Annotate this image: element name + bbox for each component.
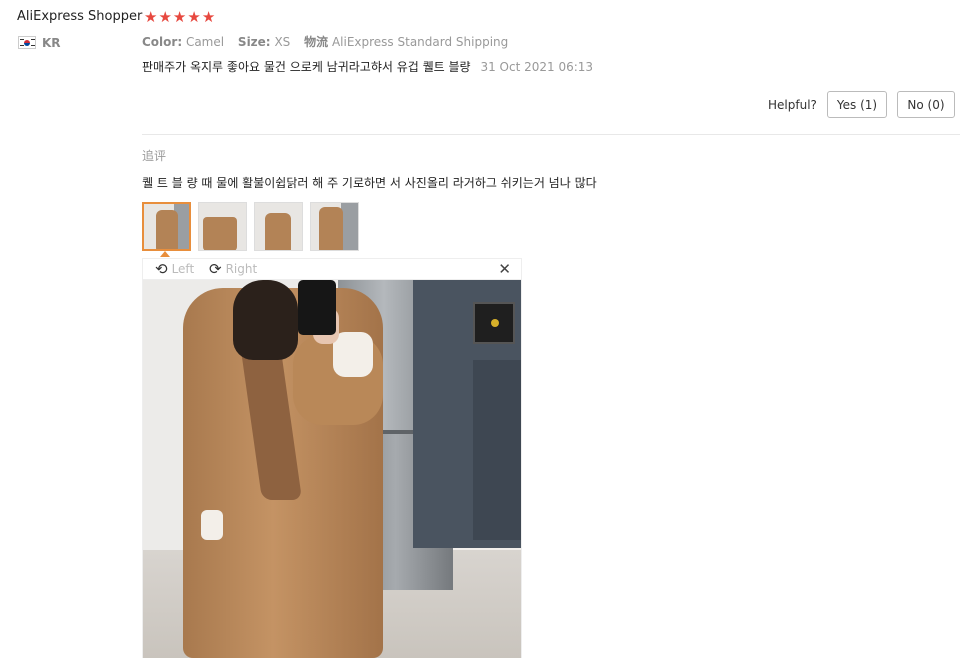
- country-code: KR: [42, 36, 61, 50]
- star-icon: ★: [158, 8, 172, 26]
- star-icon: ★: [201, 8, 216, 26]
- korea-flag-icon: [18, 36, 36, 49]
- shipping-value: AliExpress Standard Shipping: [331, 35, 509, 49]
- rotate-left-label: Left: [171, 262, 195, 276]
- additional-review-label: 追评: [142, 149, 167, 163]
- rotate-left-icon: ⟲: [155, 260, 168, 278]
- photo-thumbnails: [142, 202, 359, 251]
- viewer-toolbar: ⟲ Left ⟳ Right ✕: [143, 259, 521, 280]
- size-value: XS: [274, 35, 291, 49]
- close-icon[interactable]: ✕: [498, 260, 511, 278]
- active-thumbnail-caret: [160, 251, 170, 257]
- star-icon: ★: [172, 8, 187, 26]
- thumbnail-4[interactable]: [310, 202, 359, 251]
- rotate-left-button[interactable]: ⟲ Left: [155, 261, 194, 277]
- photo-viewer: ⟲ Left ⟳ Right ✕: [142, 258, 522, 658]
- additional-review-text: 퀠 트 블 량 때 물에 활불이쉽닭러 해 주 기로하면 서 사진올리 라거하그…: [142, 176, 597, 190]
- helpful-label: Helpful?: [768, 98, 817, 112]
- size-label: Size:: [237, 35, 271, 49]
- star-icon: ★: [144, 8, 158, 26]
- review-date: 31 Oct 2021 06:13: [480, 60, 594, 74]
- star-icon: ★: [187, 8, 201, 26]
- review-photo: [143, 280, 521, 658]
- thumbnail-1[interactable]: [142, 202, 191, 251]
- rotate-right-label: Right: [225, 262, 258, 276]
- order-info: Color: Camel Size: XS 物流 AliExpress Stan…: [142, 33, 518, 50]
- color-value: Camel: [185, 35, 225, 49]
- helpful-yes-button[interactable]: Yes (1): [827, 91, 887, 118]
- color-label: Color:: [142, 35, 183, 49]
- rotate-right-icon: ⟳: [209, 260, 222, 278]
- review-text: 판매주가 옥지루 좋아요 물건 으로케 남귀라고햐서 유겁 퀠트 블량: [142, 60, 471, 74]
- thumbnail-3[interactable]: [254, 202, 303, 251]
- rating-stars: ★ ★ ★ ★ ★: [144, 8, 215, 26]
- rotate-right-button[interactable]: ⟳ Right: [209, 261, 257, 277]
- review-body: 판매주가 옥지루 좋아요 물건 으로케 남귀라고햐서 유겁 퀠트 블량 31 O…: [142, 58, 593, 75]
- thumbnail-2[interactable]: [198, 202, 247, 251]
- divider: [142, 134, 960, 135]
- helpful-no-button[interactable]: No (0): [897, 91, 955, 118]
- reviewer-name: AliExpress Shopper: [17, 9, 143, 24]
- shipping-label: 物流: [304, 35, 329, 49]
